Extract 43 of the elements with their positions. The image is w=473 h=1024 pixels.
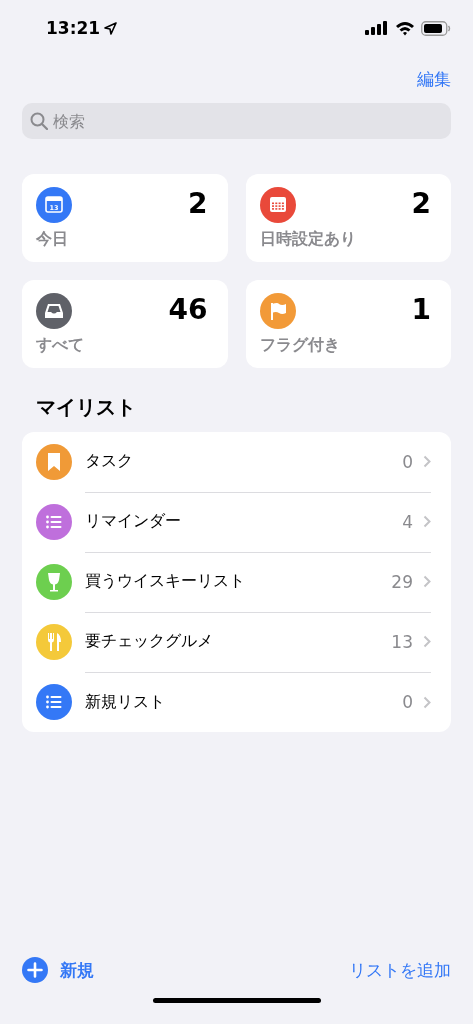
search-field[interactable]: 検索 [22,103,451,139]
smart-list-label: 今日 [36,229,69,250]
list-row[interactable]: リマインダー 4 [22,492,451,552]
chevron-icon [423,515,431,528]
count: 2 [411,187,431,221]
item-count: 29 [391,571,413,592]
list-name: 新規リスト [85,691,166,713]
item-count: 0 [402,692,413,712]
battery-icon [421,20,451,36]
chevron-icon [423,455,431,468]
smart-list-label: フラグ付き [259,335,341,356]
list-name: タスク [85,451,134,472]
count: 1 [411,293,431,327]
item-count: 0 [402,451,413,472]
location-arrow-icon [104,21,118,35]
list-row[interactable]: タスク 0 [22,432,451,492]
list-name: 要チェックグルメ [85,631,214,652]
chevron-icon [423,695,431,709]
chevron-icon [423,635,431,648]
chevron-icon [423,575,431,588]
clock-time: 13:21 [46,18,101,38]
wifi-icon [395,20,415,36]
list-row[interactable]: 新規リスト 0 [22,672,451,732]
item-count: 4 [402,511,413,532]
smart-list-card[interactable]: 2 日時設定あり [245,174,451,262]
smart-list-card[interactable]: 46 すべて [22,280,228,368]
plus-icon [22,957,48,983]
search-icon [30,112,48,130]
add-list-button[interactable]: リストを追加 [349,958,451,982]
list-row[interactable]: 買うウイスキーリスト 29 [22,552,451,612]
edit-button[interactable]: 編集 [417,64,451,94]
smart-list-label: すべて [36,335,85,356]
smart-list-card[interactable]: 1 フラグ付き [245,280,451,368]
new-reminder-button[interactable]: 新規 [22,957,94,983]
item-count: 13 [391,631,413,652]
signal-icon [365,21,389,35]
section-heading: マイリスト [36,394,137,421]
list-name: 買うウイスキーリスト [85,571,246,592]
count: 2 [188,187,208,221]
list-name: リマインダー [85,511,182,532]
count: 46 [168,293,208,327]
smart-list-label: 日時設定あり [259,229,357,250]
list-row[interactable]: 要チェックグルメ 13 [22,612,451,672]
